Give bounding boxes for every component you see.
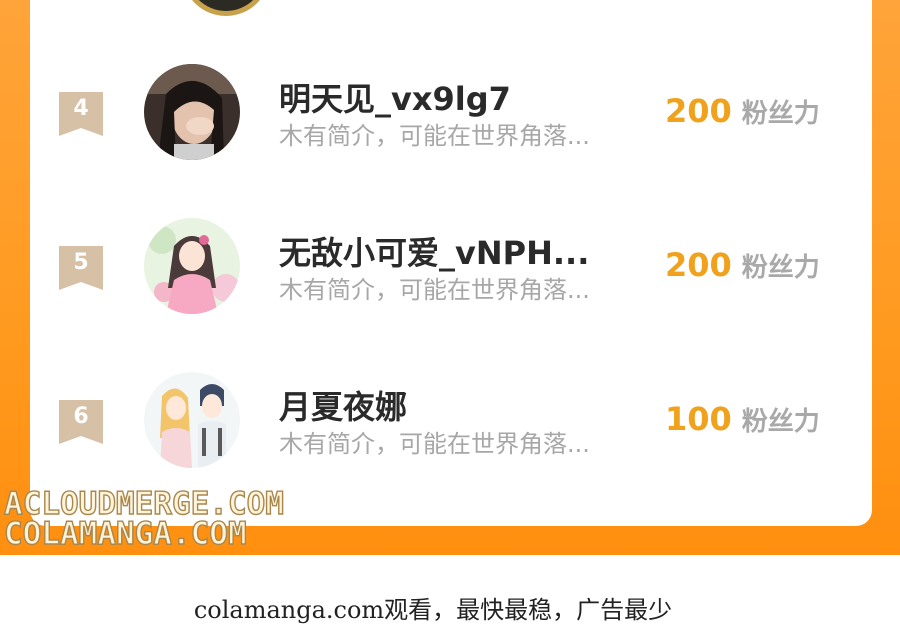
user-bio: 木有简介，可能在世界角落... [279,122,590,150]
rank-badge: 4 [59,92,103,136]
anime-couple-avatar-icon [144,372,240,468]
fans-unit: 粉丝力 [741,99,820,129]
rank-badge: 5 [59,246,103,290]
fans-value: 200 [665,92,732,130]
watermark-line-2: COLAMANGA.COM [3,515,247,552]
fans-count: 200 粉丝力 [665,246,820,284]
rank-number: 5 [73,250,89,275]
top-rank-avatar[interactable] [182,0,270,16]
rank-badge: 6 [59,400,103,444]
fans-unit: 粉丝力 [741,253,820,283]
user-avatar[interactable] [144,64,240,160]
ranking-row[interactable]: 5 无敌小可爱_vNPH... 木有简介，可能在世界角落... 200 粉丝力 [30,206,872,326]
user-avatar[interactable] [144,372,240,468]
ranking-row[interactable]: 4 明天见_vx9lg7 木有简介，可能在世界角落... 200 粉丝力 [30,52,872,172]
footer-notice: colamanga.com观看，最快最稳，广告最少 [193,596,673,624]
user-avatar[interactable] [144,218,240,314]
rank-number: 6 [73,404,89,429]
ranking-card: 4 明天见_vx9lg7 木有简介，可能在世界角落... 200 粉丝力 5 无… [30,0,872,526]
user-bio: 木有简介，可能在世界角落... [279,430,590,458]
fans-value: 200 [665,246,732,284]
fans-unit: 粉丝力 [741,407,820,437]
user-name[interactable]: 明天见_vx9lg7 [279,74,511,120]
fans-count: 100 粉丝力 [665,400,820,438]
fans-value: 100 [665,400,732,438]
anime-girl-avatar-icon [144,218,240,314]
fans-count: 200 粉丝力 [665,92,820,130]
user-bio: 木有简介，可能在世界角落... [279,276,590,304]
user-name[interactable]: 月夏夜娜 [279,382,407,428]
photo-avatar-icon [144,64,240,160]
rank-number: 4 [73,96,89,121]
ranking-row[interactable]: 6 月夏夜娜 木有简介，可能在世界角落... 100 粉丝力 [30,360,872,480]
user-name[interactable]: 无敌小可爱_vNPH... [279,228,589,274]
